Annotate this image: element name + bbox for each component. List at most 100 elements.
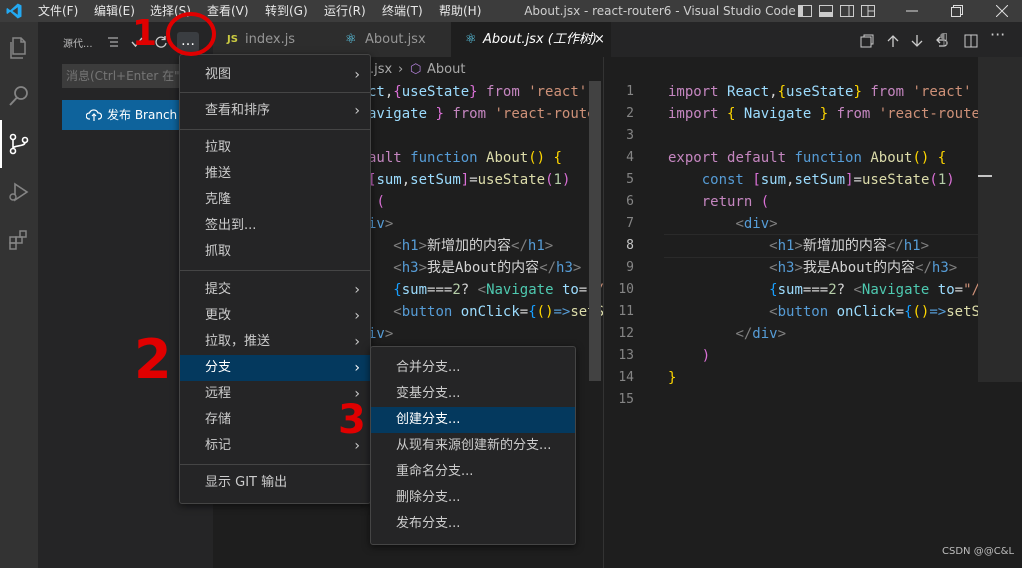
menu-item-show-git-output[interactable]: 显示 GIT 输出: [180, 470, 370, 496]
menu-item-merge-branch[interactable]: 合并分支...: [371, 355, 575, 381]
menu-item-view[interactable]: 视图 ›: [180, 62, 370, 88]
code-line: [sum,setSum]=useState(1): [368, 172, 571, 188]
code-line: {sum===2? <Navigate to="/: [393, 282, 604, 298]
chevron-right-icon: ›: [354, 67, 360, 83]
menu-item-changes[interactable]: 更改 ›: [180, 303, 370, 329]
line-number: 13: [618, 348, 634, 363]
code-line: <h3>我是About的内容</h3>: [393, 260, 582, 276]
more-editor-actions-icon[interactable]: ···: [990, 25, 1005, 44]
menu-item-rebase-branch[interactable]: 变基分支...: [371, 381, 575, 407]
menu-item-fetch[interactable]: 抓取: [180, 239, 370, 265]
line-number: 11: [618, 304, 634, 319]
commit-message-input[interactable]: [62, 64, 197, 88]
toggle-secondary-sidebar-icon[interactable]: [839, 3, 855, 19]
menu-item-create-branch-from[interactable]: 从现有来源创建新的分支...: [371, 433, 575, 459]
menu-item-label: 合并分支...: [396, 360, 461, 375]
tab-about-jsx-worktree[interactable]: ⚛ About.jsx (工作树) ×: [451, 22, 611, 57]
menu-item-label: 删除分支...: [396, 490, 461, 505]
menu-item-pull[interactable]: 拉取: [180, 135, 370, 161]
line-number: 3: [626, 128, 634, 143]
close-tab-icon[interactable]: ×: [594, 22, 605, 57]
line-number: 15: [618, 392, 634, 407]
toggle-panel-icon[interactable]: [818, 3, 834, 19]
menu-item-view-sort[interactable]: 查看和排序 ›: [180, 98, 370, 124]
branch-submenu: 合并分支... 变基分支... 创建分支... 从现有来源创建新的分支... 重…: [370, 346, 576, 545]
menu-item-delete-branch[interactable]: 删除分支...: [371, 485, 575, 511]
menu-item-branch[interactable]: 分支 ›: [180, 355, 370, 381]
window-controls: [893, 0, 1022, 22]
menu-separator: [180, 92, 370, 93]
whitespace-toggle-icon[interactable]: ¶: [939, 30, 949, 48]
restore-icon[interactable]: [951, 5, 963, 17]
publish-branch-label: 发布 Branch: [107, 108, 178, 122]
tab-about-jsx[interactable]: ⚛ About.jsx: [331, 22, 451, 57]
menu-item-clone[interactable]: 克隆: [180, 187, 370, 213]
code-line: const [sum,setSum]=useState(1): [701, 172, 955, 188]
activity-bar: [0, 22, 38, 568]
tab-label: About.jsx: [365, 32, 426, 47]
publish-branch-button[interactable]: 发布 Branch: [62, 100, 197, 130]
menu-go[interactable]: 转到(G): [265, 0, 308, 22]
line-number: 2: [626, 106, 634, 121]
menu-item-create-branch[interactable]: 创建分支...: [371, 407, 575, 433]
menu-item-commit[interactable]: 提交 ›: [180, 277, 370, 303]
run-debug-icon[interactable]: [7, 180, 31, 204]
breadcrumb-file[interactable]: .jsx: [370, 62, 392, 77]
code-line: <h1>新增加的内容</h1>: [393, 238, 554, 254]
view-as-tree-icon[interactable]: [106, 35, 120, 49]
vscode-logo-icon: [6, 3, 22, 19]
tab-label: About.jsx (工作树): [483, 32, 597, 47]
right-scrollbar[interactable]: [978, 57, 1022, 382]
menu-run[interactable]: 运行(R): [324, 0, 366, 22]
menu-item-checkout[interactable]: 签出到...: [180, 213, 370, 239]
code-line: avigate } from 'react-route: [368, 106, 596, 122]
menu-item-publish-branch[interactable]: 发布分支...: [371, 511, 575, 537]
chevron-right-icon: ›: [354, 360, 360, 376]
toggle-sidebar-icon[interactable]: [797, 3, 813, 19]
explorer-icon[interactable]: [7, 36, 31, 60]
extensions-icon[interactable]: [7, 228, 31, 252]
line-number: 12: [618, 326, 634, 341]
search-icon[interactable]: [7, 84, 31, 108]
react-file-icon: ⚛: [465, 32, 477, 47]
menu-item-label: 推送: [205, 166, 232, 181]
tab-label: index.js: [245, 32, 296, 47]
source-control-icon[interactable]: [7, 132, 31, 156]
code-line: iv>: [368, 216, 394, 232]
code-line: export default function About() {: [668, 150, 947, 166]
chevron-right-icon: ›: [354, 282, 360, 298]
diff-editor-right[interactable]: 1 2 3 4 5 6 7 8 9 10 11 12 13 14 15 impo…: [603, 57, 1022, 568]
breadcrumb-symbol[interactable]: About: [427, 62, 465, 77]
menu-terminal[interactable]: 终端(T): [382, 0, 423, 22]
active-indicator: [0, 120, 2, 168]
left-scrollbar[interactable]: [589, 81, 601, 381]
code-line: ault function About() {: [368, 150, 562, 166]
minimize-icon[interactable]: [906, 6, 918, 16]
menu-file[interactable]: 文件(F): [38, 0, 78, 22]
tab-index-js[interactable]: JS index.js: [213, 22, 331, 57]
previous-change-icon[interactable]: [886, 34, 900, 48]
line-number: 4: [626, 150, 634, 165]
menu-item-push[interactable]: 推送: [180, 161, 370, 187]
code-line: <h3>我是About的内容</h3>: [769, 260, 958, 276]
customize-layout-icon[interactable]: [860, 3, 876, 19]
line-number: 1: [626, 84, 634, 99]
menu-help[interactable]: 帮助(H): [439, 0, 481, 22]
menu-item-label: 签出到...: [205, 218, 257, 233]
menu-item-rename-branch[interactable]: 重命名分支...: [371, 459, 575, 485]
breadcrumb-separator: ›: [398, 62, 404, 77]
code-line: ): [701, 348, 711, 364]
code-line: import React,{useState} from 'react': [668, 84, 972, 100]
overview-ruler-marker: [978, 175, 992, 177]
menu-item-label: 更改: [205, 308, 232, 323]
code-line: {sum===2? <Navigate to="/: [769, 282, 980, 298]
open-changes-icon[interactable]: [860, 34, 874, 48]
menu-separator: [180, 129, 370, 130]
close-window-icon[interactable]: [996, 5, 1008, 17]
menu-item-pull-push[interactable]: 拉取，推送 ›: [180, 329, 370, 355]
next-change-icon[interactable]: [910, 34, 924, 48]
line-number: 7: [626, 216, 634, 231]
cloud-upload-icon: [86, 109, 102, 121]
line-number: 6: [626, 194, 634, 209]
split-editor-icon[interactable]: [964, 34, 978, 48]
